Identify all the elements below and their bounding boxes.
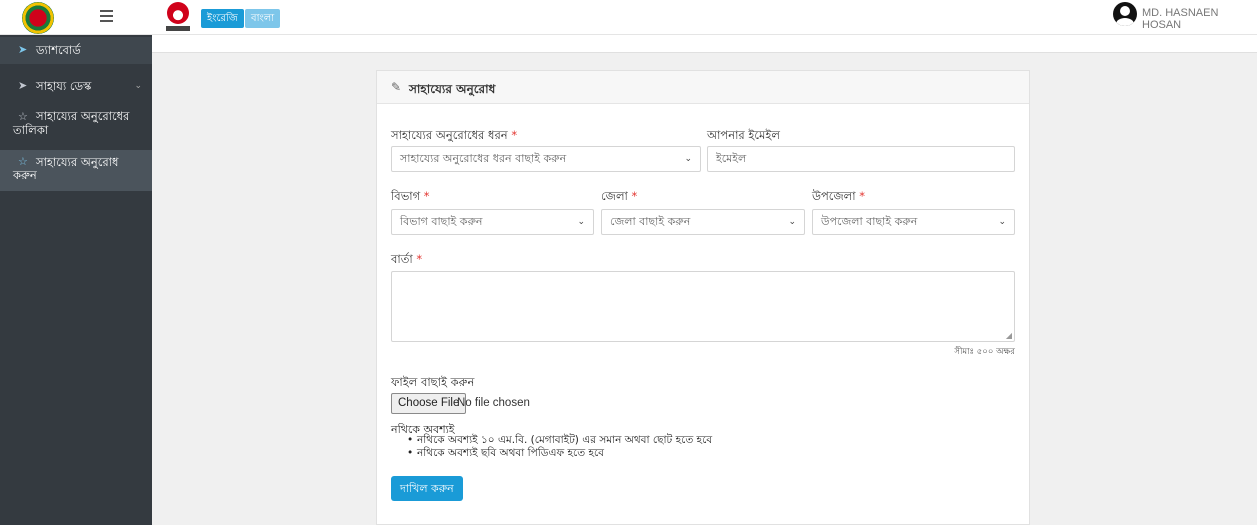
district-select[interactable]: জেলা বাছাই করুন ⌄ <box>601 209 805 235</box>
star-icon: ☆ <box>18 110 28 123</box>
choose-file-button[interactable]: Choose File <box>391 393 467 414</box>
english-language-button[interactable]: ইংরেজি <box>201 9 244 28</box>
sidebar-item-label: ড্যাশবোর্ড <box>36 43 81 57</box>
help-request-card: ✎ সাহায্যের অনুরোধ সাহায্যের অনুরোধের ধর… <box>376 70 1030 525</box>
submit-button[interactable]: দাখিল করুন <box>391 476 463 501</box>
star-icon: ☆ <box>18 155 28 168</box>
list-item: নথিকে অবশ্যই ছবি অথবা পিডিএফ হতে হবে <box>407 447 712 460</box>
upazila-label: উপজেলা * <box>812 189 865 203</box>
upazila-select[interactable]: উপজেলা বাছাই করুন ⌄ <box>812 209 1015 235</box>
bangladesh-logo[interactable] <box>22 2 54 34</box>
user-name[interactable]: MD. HASNAEN HOSAN <box>1142 7 1257 31</box>
character-limit-note: সীমাঃ ৫০০ অক্ষর <box>954 347 1015 357</box>
sidebar-item-label: সাহায্যের অনুরোধের <box>36 109 130 123</box>
sidebar-item-label-line2: তালিকা <box>13 123 49 137</box>
sidebar-item-make-request[interactable]: ☆ সাহায্যের অনুরোধ করুন <box>0 150 152 191</box>
hamburger-menu-icon[interactable] <box>100 10 113 22</box>
program-emblem-logo <box>163 2 193 34</box>
email-field[interactable]: ইমেইল <box>707 146 1015 172</box>
sidebar-item-request-list[interactable]: ☆ সাহায্যের অনুরোধের তালিকা <box>0 105 152 149</box>
sidebar-item-help-desk[interactable]: ➤ সাহায্য ডেস্ক ⌄ <box>0 73 152 99</box>
division-label: বিভাগ * <box>391 189 430 203</box>
chevron-down-icon: ⌄ <box>577 217 585 227</box>
file-status-text: No file chosen <box>457 397 530 409</box>
content-header-strip <box>152 35 1257 53</box>
edit-icon: ✎ <box>391 80 402 94</box>
user-avatar-icon[interactable] <box>1113 2 1137 26</box>
chevron-down-icon: ⌄ <box>998 217 1006 227</box>
district-label: জেলা * <box>601 189 638 203</box>
message-label: বার্তা * <box>391 252 423 266</box>
request-type-label: সাহায্যের অনুরোধের ধরন * <box>391 128 518 142</box>
request-type-select[interactable]: সাহায্যের অনুরোধের ধরন বাছাই করুন ⌄ <box>391 146 701 172</box>
resize-handle-icon[interactable]: ◢ <box>1006 331 1012 340</box>
send-icon: ➤ <box>18 79 28 92</box>
bangla-language-button[interactable]: বাংলা <box>245 9 281 28</box>
chevron-down-icon: ⌄ <box>788 217 796 227</box>
message-textarea[interactable]: ◢ <box>391 271 1015 342</box>
sidebar: ➤ ড্যাশবোর্ড ➤ সাহায্য ডেস্ক ⌄ ☆ সাহায্য… <box>0 35 152 525</box>
chevron-down-icon: ⌄ <box>134 81 142 91</box>
file-requirements-list: নথিকে অবশ্যই ১০ এম.বি. (মেগাবাইট) এর সমা… <box>407 434 712 460</box>
sidebar-item-dashboard[interactable]: ➤ ড্যাশবোর্ড <box>0 37 152 64</box>
send-icon: ➤ <box>18 43 28 56</box>
sidebar-item-label: সাহায্য ডেস্ক <box>36 79 92 93</box>
card-title: সাহায্যের অনুরোধ <box>409 82 496 96</box>
card-header: ✎ সাহায্যের অনুরোধ <box>377 71 1029 104</box>
top-navbar: ইংরেজি বাংলা MD. HASNAEN HOSAN <box>0 0 1257 35</box>
chevron-down-icon: ⌄ <box>684 154 692 164</box>
email-label: আপনার ইমেইল <box>707 128 780 142</box>
file-label: ফাইল বাছাই করুন <box>391 375 475 389</box>
list-item: নথিকে অবশ্যই ১০ এম.বি. (মেগাবাইট) এর সমা… <box>407 434 712 447</box>
sidebar-item-label: সাহায্যের অনুরোধ <box>36 155 119 169</box>
sidebar-item-label-line2: করুন <box>13 168 37 182</box>
division-select[interactable]: বিভাগ বাছাই করুন ⌄ <box>391 209 594 235</box>
